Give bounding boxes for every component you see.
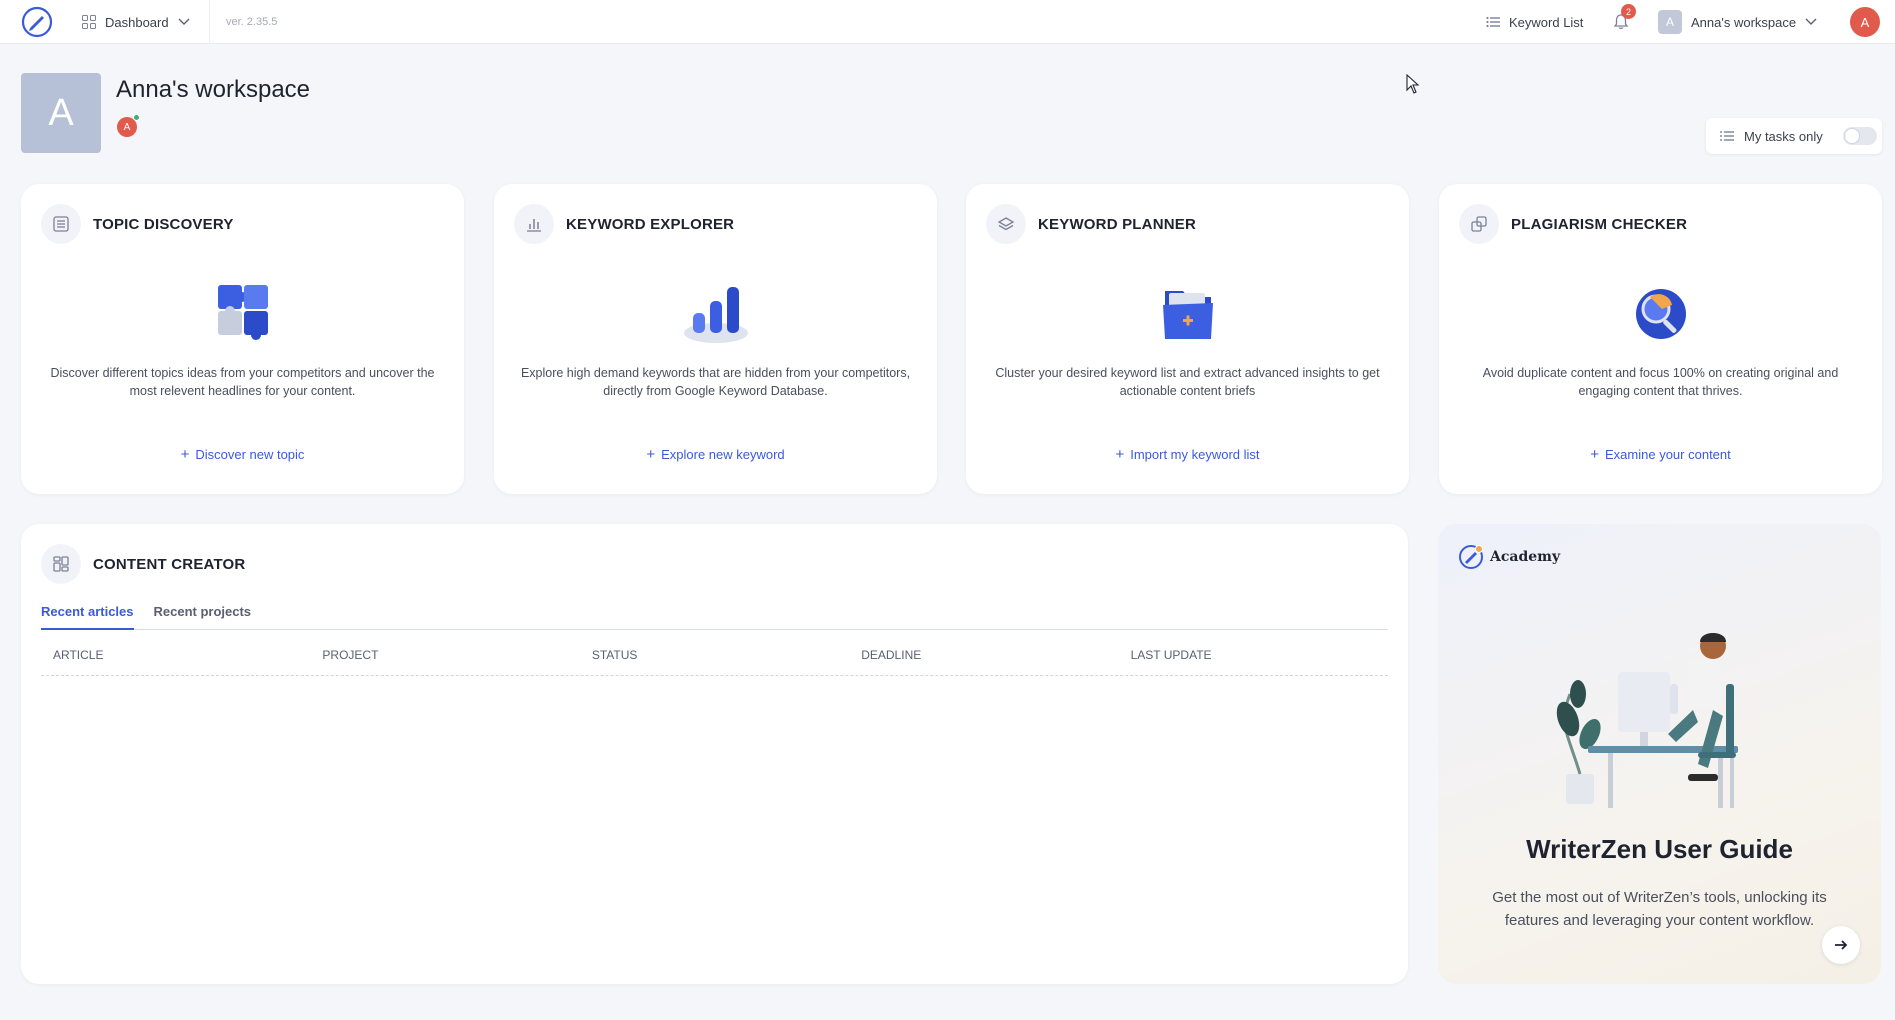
- import-keyword-list-link[interactable]: + Import my keyword list: [966, 446, 1409, 463]
- dashboard-nav-label: Dashboard: [105, 14, 169, 30]
- my-tasks-label: My tasks only: [1744, 128, 1823, 144]
- card-description: Cluster your desired keyword list and ex…: [995, 366, 1380, 398]
- card-description: Avoid duplicate content and focus 100% o…: [1482, 366, 1839, 398]
- workspace-avatar: A: [1658, 10, 1682, 34]
- writerzen-logo: [1459, 545, 1483, 569]
- writerzen-logo[interactable]: [20, 5, 54, 39]
- my-tasks-filter: My tasks only: [1706, 118, 1882, 154]
- content-creator-panel: CONTENT CREATOR Recent articles Recent p…: [21, 524, 1408, 984]
- column-header-status[interactable]: STATUS: [580, 648, 849, 662]
- column-header-article[interactable]: ARTICLE: [41, 648, 310, 662]
- folder-illustration: [1162, 291, 1213, 339]
- action-label: Explore new keyword: [661, 447, 785, 462]
- my-tasks-toggle[interactable]: [1842, 127, 1877, 145]
- bar-chart-illustration: [683, 287, 748, 343]
- person-at-desk-illustration: [1556, 633, 1738, 808]
- page-title: Anna's workspace: [116, 76, 311, 103]
- action-label: Examine your content: [1605, 447, 1731, 462]
- divider: [209, 0, 210, 44]
- action-label: Import my keyword list: [1130, 447, 1260, 462]
- plus-icon: +: [1115, 446, 1125, 463]
- workspace-switcher[interactable]: A Anna's workspace: [1658, 0, 1817, 44]
- academy-label: Academy: [1490, 549, 1561, 565]
- toggle-knob: [1843, 128, 1860, 144]
- keyword-list-link[interactable]: Keyword List: [1486, 0, 1583, 44]
- table-header: ARTICLE PROJECT STATUS DEADLINE LAST UPD…: [41, 634, 1388, 676]
- layers-icon: [986, 204, 1026, 244]
- academy-card[interactable]: Academy WriterZen User Guide Get the mos…: [1438, 524, 1881, 984]
- explore-new-keyword-link[interactable]: + Explore new keyword: [494, 446, 937, 463]
- puzzle-illustration: [217, 285, 268, 340]
- column-header-deadline[interactable]: DEADLINE: [849, 648, 1118, 662]
- keyword-explorer-card: KEYWORD EXPLORER Explore high demand key…: [494, 184, 937, 494]
- task-list-icon: [1720, 131, 1734, 141]
- list-icon: [41, 204, 81, 244]
- list-icon: [1486, 16, 1500, 28]
- grid-icon: [82, 15, 96, 29]
- open-user-guide-button[interactable]: [1822, 926, 1860, 964]
- tab-recent-articles[interactable]: Recent articles: [41, 604, 134, 630]
- card-title: PLAGIARISM CHECKER: [1511, 215, 1688, 233]
- online-status-dot: [133, 114, 140, 121]
- bar-chart-icon: [514, 204, 554, 244]
- arrow-right-icon: [1835, 940, 1848, 950]
- card-title: KEYWORD PLANNER: [1038, 215, 1197, 233]
- card-description: Explore high demand keywords that are hi…: [520, 366, 911, 398]
- card-title: KEYWORD EXPLORER: [566, 215, 735, 233]
- examine-content-link[interactable]: + Examine your content: [1439, 446, 1882, 463]
- tab-recent-projects[interactable]: Recent projects: [154, 604, 252, 630]
- content-creator-title: CONTENT CREATOR: [93, 555, 246, 573]
- content-tabs: Recent articles Recent projects: [41, 604, 1388, 630]
- copy-icon: [1459, 204, 1499, 244]
- column-header-project[interactable]: PROJECT: [310, 648, 579, 662]
- workspace-large-avatar: A: [21, 73, 101, 153]
- academy-title: WriterZen User Guide: [1526, 834, 1793, 864]
- workspace-switcher-label: Anna's workspace: [1691, 14, 1797, 30]
- keyword-planner-card: KEYWORD PLANNER Cluster your desired key…: [966, 184, 1409, 494]
- academy-description: Get the most out of WriterZen’s tools, u…: [1492, 889, 1827, 929]
- chevron-down-icon: [1805, 18, 1817, 25]
- dashboard-nav-dropdown[interactable]: Dashboard: [82, 0, 190, 44]
- mouse-cursor-icon: [1406, 74, 1420, 94]
- chevron-down-icon: [178, 18, 190, 25]
- plagiarism-checker-card: PLAGIARISM CHECKER Avoid duplicate conte…: [1439, 184, 1882, 494]
- action-label: Discover new topic: [195, 447, 305, 462]
- academy-brand: Academy: [1458, 544, 1560, 570]
- plus-icon: +: [1590, 446, 1600, 463]
- user-avatar[interactable]: A: [1850, 7, 1880, 37]
- keyword-list-label: Keyword List: [1509, 14, 1584, 30]
- topic-discovery-card: TOPIC DISCOVERY Discover different topic…: [21, 184, 464, 494]
- plus-icon: +: [180, 446, 190, 463]
- plus-icon: +: [646, 446, 656, 463]
- magnifier-illustration: [1635, 289, 1686, 339]
- discover-new-topic-link[interactable]: + Discover new topic: [21, 446, 464, 463]
- card-description: Discover different topics ideas from you…: [50, 366, 435, 398]
- version-label: ver. 2.35.5: [226, 16, 278, 28]
- card-title: TOPIC DISCOVERY: [93, 215, 234, 233]
- notification-badge: 2: [1621, 4, 1636, 19]
- column-header-last-update[interactable]: LAST UPDATE: [1119, 648, 1388, 662]
- dashboard-grid-icon: [41, 544, 81, 584]
- top-bar: Dashboard ver. 2.35.5 Keyword List 2 A A…: [0, 0, 1895, 44]
